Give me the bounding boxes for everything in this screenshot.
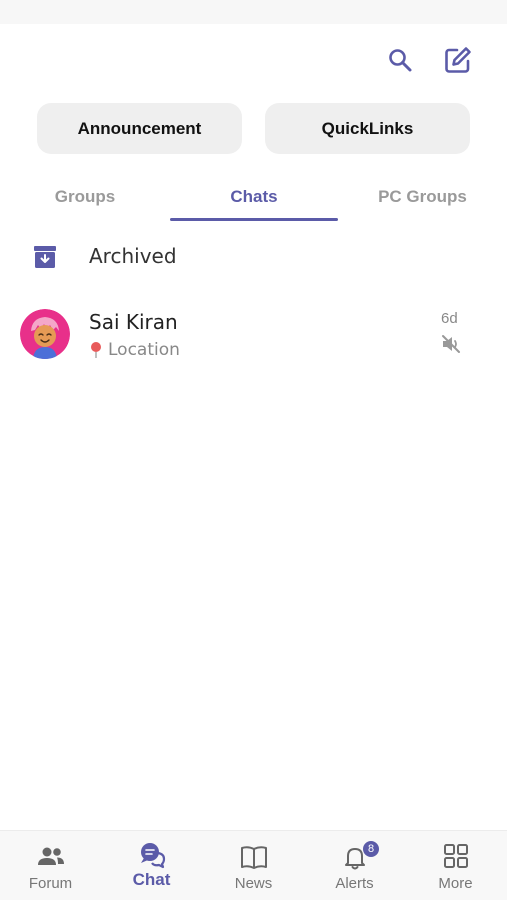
nav-alerts[interactable]: 8 Alerts <box>304 831 405 900</box>
archived-label: Archived <box>89 244 177 268</box>
muted-icon <box>442 335 460 353</box>
people-icon <box>37 847 64 865</box>
nav-forum[interactable]: Forum <box>0 831 101 900</box>
nav-chat-label: Chat <box>132 870 171 889</box>
archived-row[interactable]: Archived <box>0 236 507 276</box>
compose-icon <box>445 47 471 73</box>
alerts-badge: 8 <box>363 841 379 857</box>
chat-name: Sai Kiran <box>89 310 178 334</box>
nav-more-label: More <box>438 875 473 892</box>
chat-last-message: Location <box>89 340 180 360</box>
archive-icon <box>34 246 56 268</box>
avatar <box>20 309 70 359</box>
quicklinks-button[interactable]: QuickLinks <box>265 103 470 154</box>
tab-bar: Groups Chats PC Groups <box>0 172 507 222</box>
nav-news[interactable]: News <box>203 831 304 900</box>
search-icon <box>389 49 412 72</box>
chat-list-item[interactable]: Sai Kiran Location 6d <box>0 300 507 370</box>
compose-button[interactable] <box>442 44 474 76</box>
nav-chat[interactable]: Chat <box>101 831 202 900</box>
nav-alerts-label: Alerts <box>335 875 374 892</box>
tab-pc-groups[interactable]: PC Groups <box>338 172 507 222</box>
chat-subtitle: Location <box>108 340 180 360</box>
search-button[interactable] <box>384 44 416 76</box>
grid-icon <box>443 844 468 868</box>
location-pin-icon <box>91 342 101 358</box>
nav-news-label: News <box>234 875 273 892</box>
chat-bubbles-icon <box>140 843 165 869</box>
chat-timestamp: 6d <box>441 310 458 327</box>
tab-chats[interactable]: Chats <box>170 172 338 222</box>
bottom-nav: Forum Chat News 8 Alerts More <box>0 830 507 900</box>
active-tab-indicator <box>170 218 338 221</box>
nav-more[interactable]: More <box>405 831 506 900</box>
nav-forum-label: Forum <box>28 875 73 892</box>
tab-groups[interactable]: Groups <box>0 172 170 222</box>
status-bar <box>0 0 507 24</box>
book-icon <box>240 846 267 869</box>
announcement-button[interactable]: Announcement <box>37 103 242 154</box>
